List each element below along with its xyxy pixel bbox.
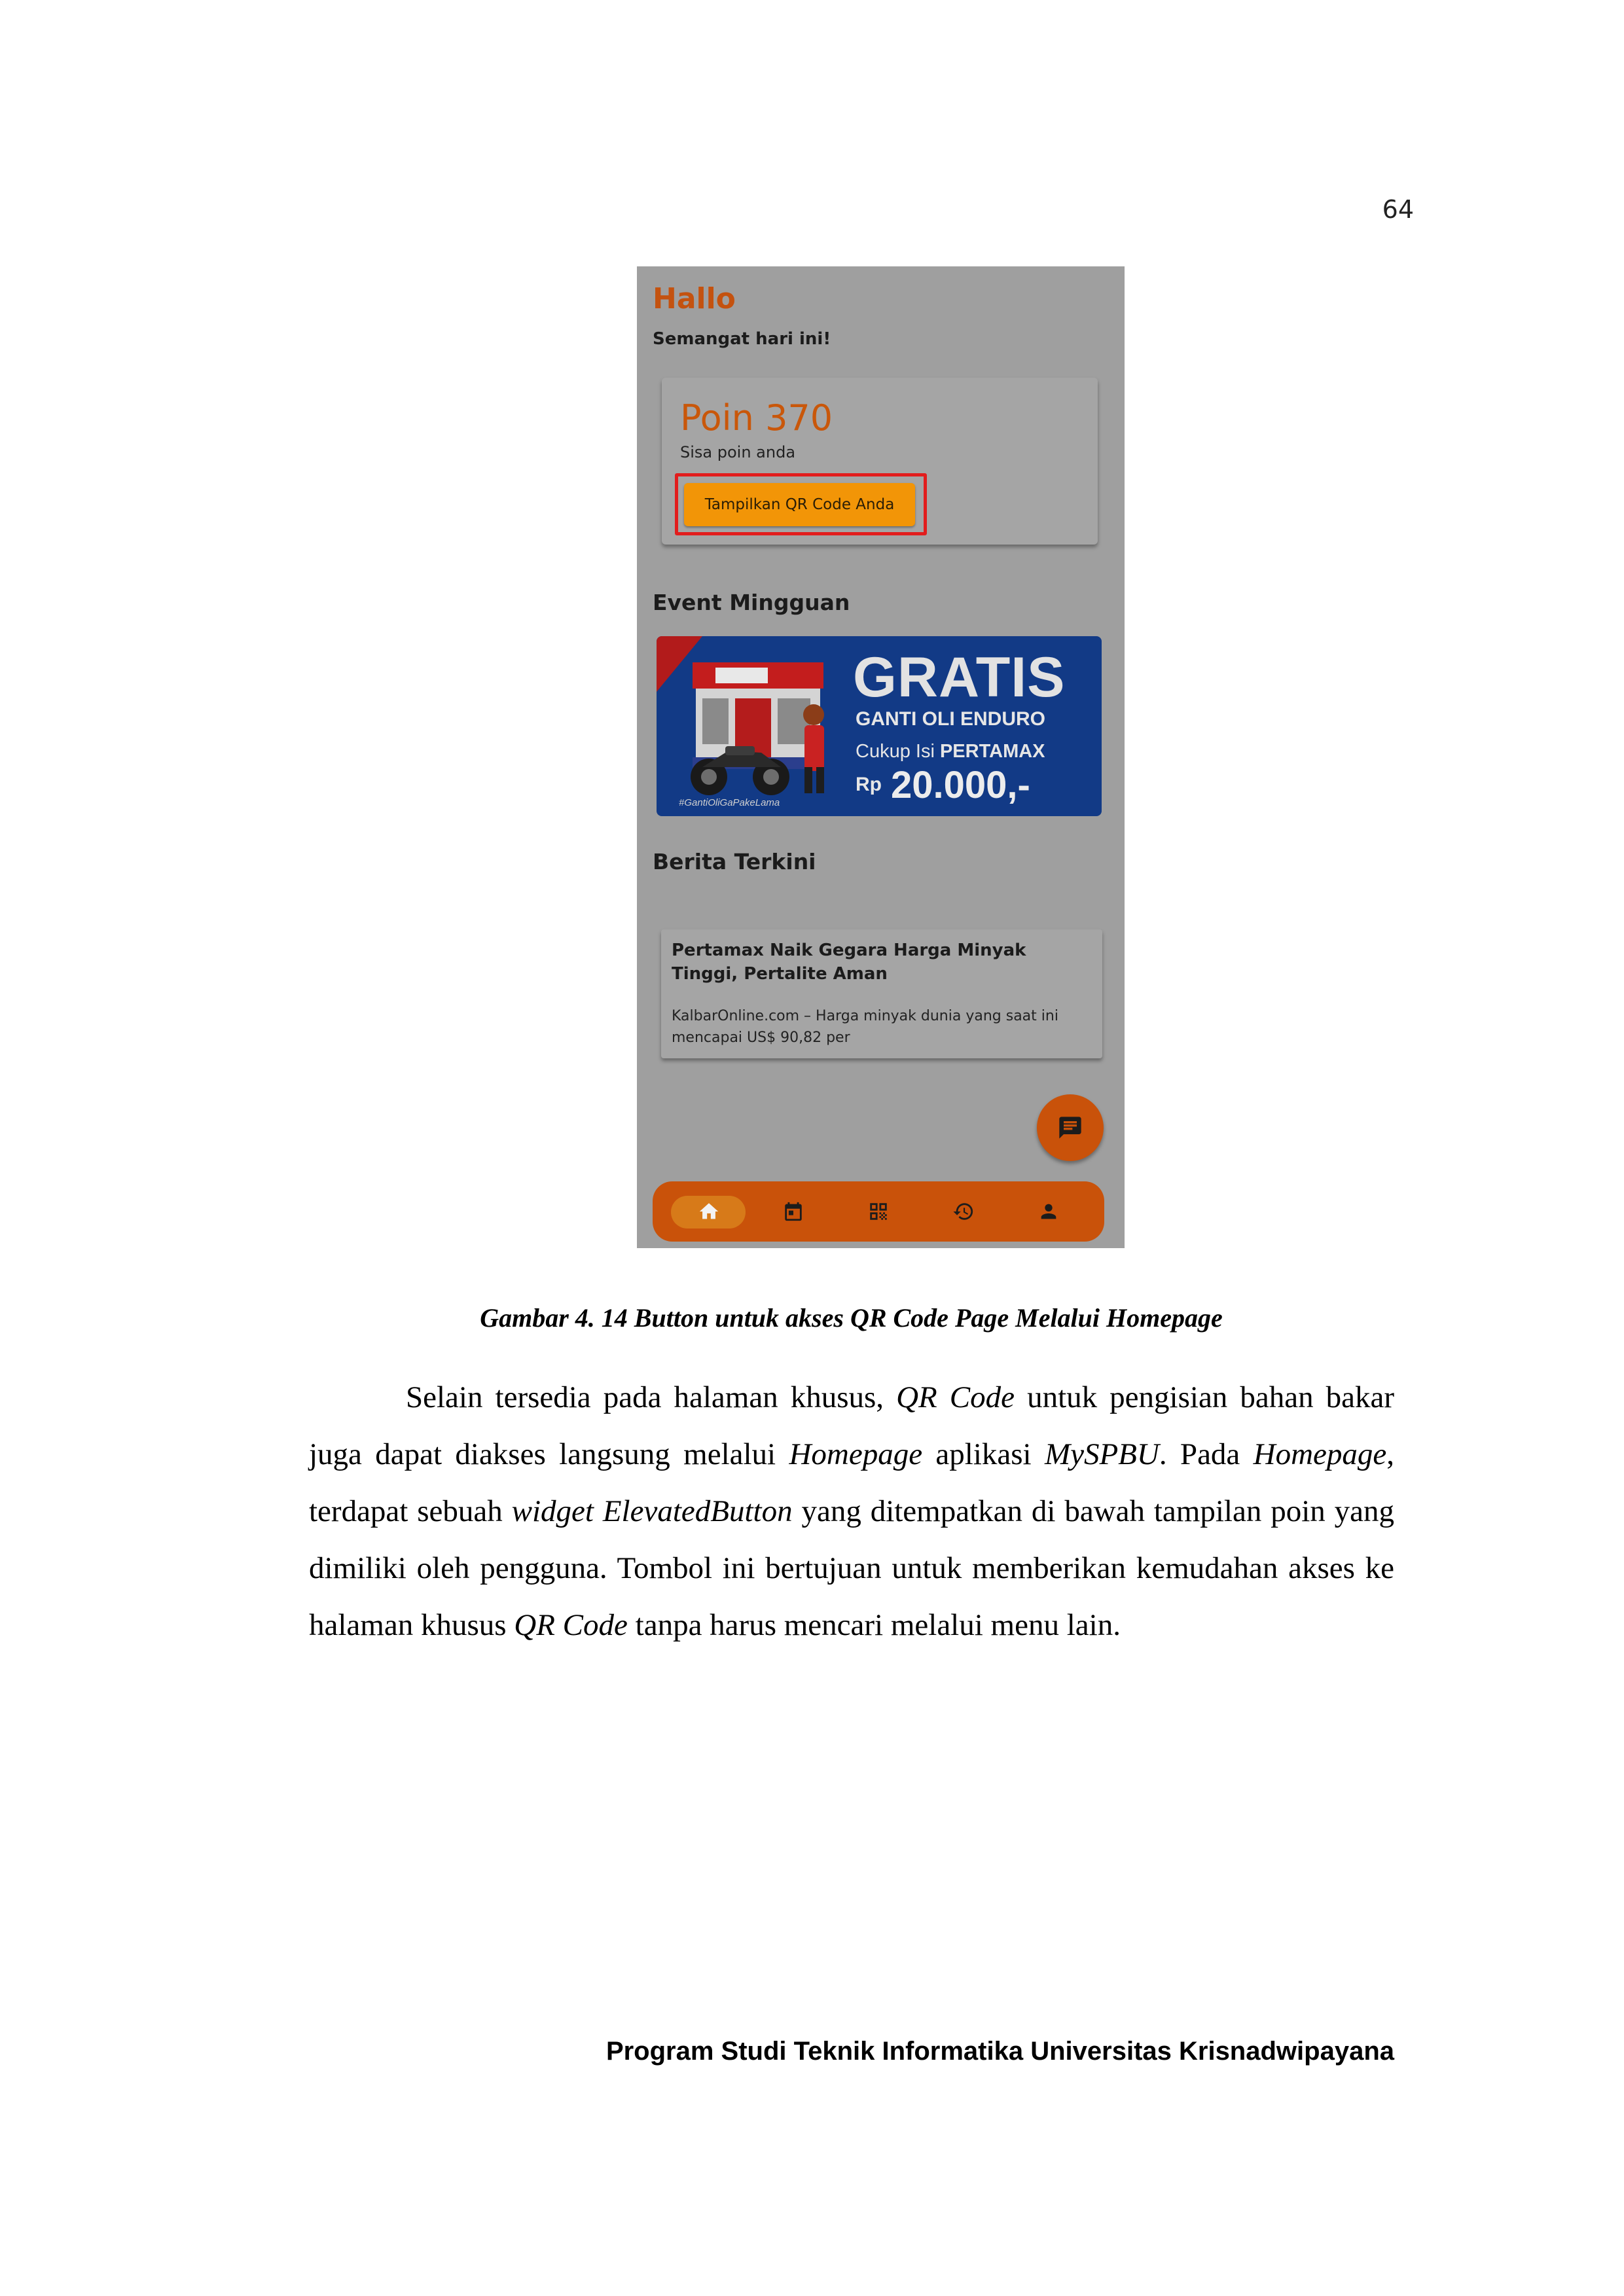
page-footer: Program Studi Teknik Informatika Univers…: [605, 2037, 1394, 2066]
greeting-subtitle: Semangat hari ini!: [653, 329, 831, 349]
nav-profile[interactable]: [1013, 1189, 1085, 1234]
nav-history[interactable]: [928, 1189, 1000, 1234]
calendar-icon: [785, 1202, 802, 1221]
points-card: Poin 370 Sisa poin anda Tampilkan QR Cod…: [662, 378, 1098, 545]
gas-station-illustration: [657, 636, 824, 795]
page-number: 64: [1382, 195, 1414, 224]
event-section-title: Event Mingguan: [653, 590, 850, 615]
banner-line-2: Cukup Isi PERTAMAX: [856, 741, 1045, 762]
banner-amount: 20.000,-: [891, 764, 1030, 806]
banner-line-1: GANTI OLI ENDURO: [856, 708, 1045, 730]
news-card[interactable]: Pertamax Naik Gegara Harga Minyak Tinggi…: [661, 929, 1102, 1058]
news-title: Pertamax Naik Gegara Harga Minyak Tinggi…: [672, 941, 1026, 984]
nav-home[interactable]: [671, 1189, 746, 1234]
nav-qr[interactable]: [842, 1189, 914, 1234]
news-section-title: Berita Terkini: [653, 849, 816, 874]
points-subtitle: Sisa poin anda: [680, 443, 796, 461]
news-excerpt: KalbarOnline.com – Harga minyak dunia ya…: [672, 1008, 1058, 1046]
banner-hashtag: #GantiOliGaPakeLama: [679, 797, 780, 808]
qr-code-icon: [870, 1203, 887, 1220]
nav-event[interactable]: [757, 1189, 829, 1234]
chat-icon: [1059, 1117, 1081, 1139]
show-qr-code-button[interactable]: Tampilkan QR Code Anda: [684, 483, 915, 526]
banner-headline: GRATIS: [853, 646, 1066, 709]
bottom-navigation: [653, 1181, 1104, 1242]
figure-caption: Gambar 4. 14 Button untuk akses QR Code …: [480, 1303, 1223, 1333]
banner-currency: Rp: [856, 774, 882, 795]
person-icon: [1041, 1204, 1056, 1219]
event-banner[interactable]: GRATIS GANTI OLI ENDURO Cukup Isi PERTAM…: [657, 636, 1102, 816]
body-paragraph: Selain tersedia pada halaman khusus, QR …: [309, 1380, 1394, 1642]
points-title: Poin 370: [680, 397, 833, 439]
home-icon: [699, 1203, 719, 1219]
greeting: Hallo: [653, 282, 736, 315]
history-icon: [953, 1203, 973, 1220]
app-screenshot: Hallo Semangat hari ini! Poin 370 Sisa p…: [637, 266, 1125, 1248]
chat-fab[interactable]: [1037, 1094, 1104, 1161]
